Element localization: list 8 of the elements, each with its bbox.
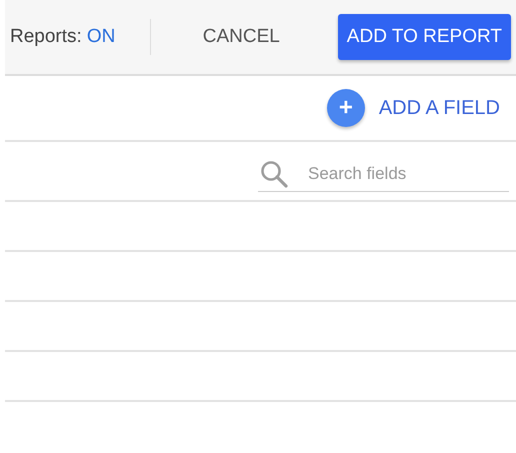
reports-status: ON	[86, 26, 116, 48]
plus-icon: +	[326, 89, 365, 127]
add-field-button[interactable]: + ADD A FIELD	[326, 89, 500, 127]
reports-label: Reports:	[10, 26, 82, 48]
search-icon	[260, 160, 288, 188]
cancel-button[interactable]: CANCEL	[151, 15, 332, 59]
add-to-report-button[interactable]: ADD TO REPORT	[338, 14, 511, 60]
search-field[interactable]: Search fields	[258, 156, 509, 192]
